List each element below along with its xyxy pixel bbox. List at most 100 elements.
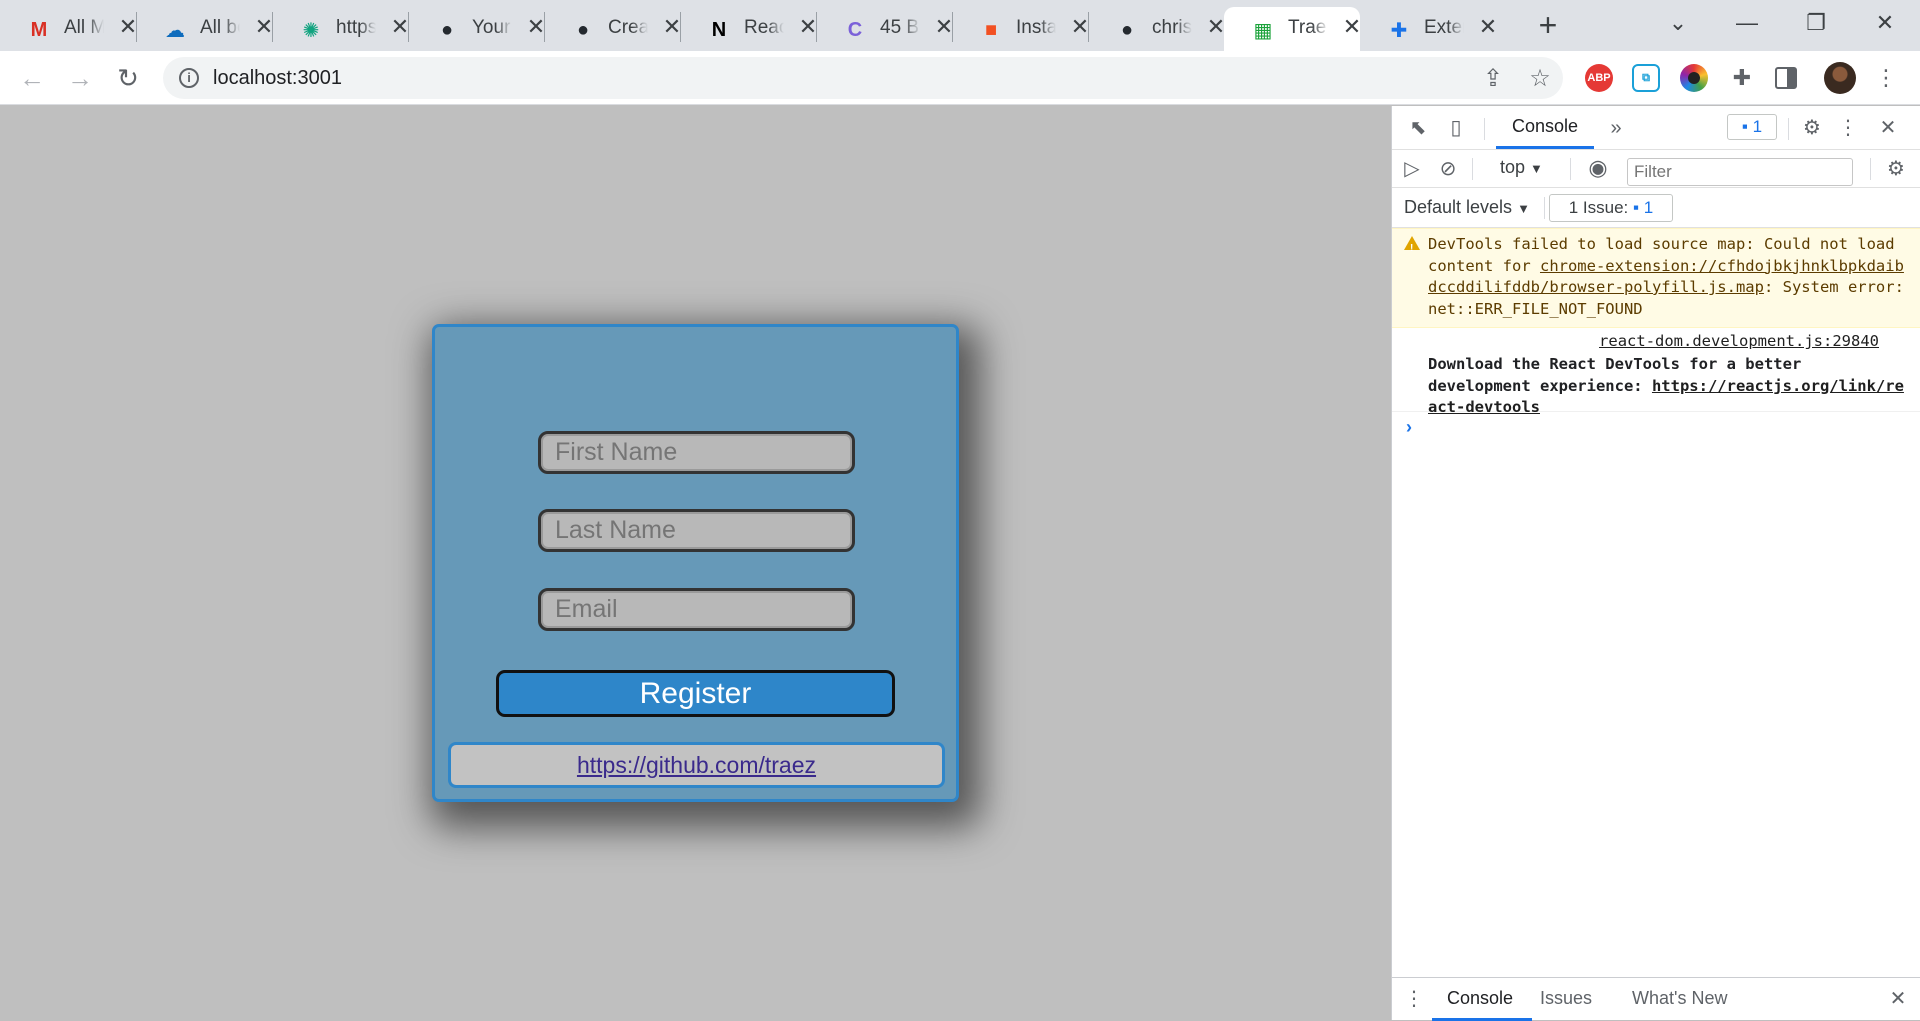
tab-separator (1088, 12, 1089, 42)
url-text[interactable]: localhost:3001 (213, 67, 342, 90)
issues-badge[interactable]: ▪ 1 (1727, 114, 1777, 140)
divider (1484, 118, 1485, 140)
tab-title: 45 Be (880, 17, 920, 38)
close-devtools-icon[interactable]: ✕ (1876, 116, 1900, 140)
tab-strip: MAll Mail✕☁All books✕✺https✕●Your✕●Creat… (0, 0, 1920, 51)
browser-tab[interactable]: ✺ https ✕ (272, 7, 410, 51)
clipboard-extension-icon[interactable]: ⧉ (1632, 64, 1660, 92)
tab-title: Trae (1288, 17, 1327, 38)
warning-icon (1404, 236, 1420, 260)
c-icon: C (847, 18, 863, 41)
extensions-puzzle-icon[interactable]: ✚ (1728, 64, 1756, 92)
levels-bar: Default levels ▼ 1 Issue: ▪ 1 (1392, 188, 1920, 228)
tab-console[interactable]: Console (1512, 116, 1578, 137)
qr-icon: ▦ (1253, 19, 1273, 42)
browser-tab[interactable]: ●Create✕ (544, 7, 681, 51)
close-tab-icon[interactable]: ✕ (1476, 15, 1500, 39)
side-panel-icon[interactable] (1775, 67, 1797, 89)
browser-tab[interactable]: MAll Mail✕ (0, 7, 138, 51)
notion-icon: N (711, 18, 727, 41)
console-settings-gear-icon[interactable]: ⚙ (1884, 157, 1908, 181)
maximize-icon[interactable]: ❐ (1796, 8, 1836, 38)
github-icon: ● (440, 18, 454, 41)
context-value: top (1500, 157, 1526, 177)
console-filter-input[interactable] (1627, 158, 1853, 186)
browser-tab[interactable]: ☁All books✕ (136, 7, 273, 51)
bookmark-star-icon[interactable]: ☆ (1527, 66, 1553, 92)
tab-title: Exten (1424, 17, 1464, 38)
browser-tab[interactable]: ✚ Exten ✕ (1360, 7, 1498, 51)
microsoft-icon: ■ (984, 18, 998, 41)
sidebar-toggle-icon[interactable]: ▷ (1400, 157, 1424, 181)
issues-badge-count: 1 (1752, 117, 1763, 136)
first-name-input[interactable] (538, 431, 855, 474)
color-picker-extension-icon[interactable] (1680, 64, 1708, 92)
back-button[interactable]: ← (16, 62, 48, 94)
openai-icon: ✺ (302, 19, 320, 42)
tab-title: All books (200, 17, 240, 38)
share-icon[interactable]: ⇪ (1480, 66, 1506, 92)
divider (1570, 158, 1571, 180)
issues-label: 1 Issue: (1568, 198, 1629, 217)
devtools-drawer: ⋮ Console Issues What's New ✕ (1392, 977, 1920, 1021)
tab-search-icon[interactable]: ⌄ (1658, 8, 1698, 38)
live-expression-eye-icon[interactable]: ◉ (1584, 156, 1612, 180)
devtools-panel: ⬉ ▯ Console » ▪ 1 ⚙ ⋮ ✕ ▷ ⊘ top ▼ ◉ ⚙ De… (1391, 106, 1920, 1021)
warning-text: DevTools failed to load source map: Coul… (1428, 234, 1909, 320)
drawer-menu-icon[interactable]: ⋮ (1404, 987, 1424, 1011)
page-viewport: Register https://github.com/traez (0, 106, 1391, 1020)
site-info-icon[interactable]: i (179, 68, 199, 88)
active-tab-indicator (1496, 146, 1594, 149)
new-tab-button[interactable]: + (1532, 9, 1564, 42)
browser-tab[interactable]: NReact✕ (680, 7, 817, 51)
tab-separator (272, 12, 273, 42)
drawer-tab-console[interactable]: Console (1447, 988, 1513, 1009)
browser-tab[interactable]: C45 Be✕ (816, 7, 953, 51)
reload-button[interactable]: ↻ (112, 62, 144, 94)
close-window-icon[interactable]: ✕ (1865, 8, 1905, 38)
browser-tab[interactable]: ■Install✕ (952, 7, 1089, 51)
email-input[interactable] (538, 588, 855, 631)
dropdown-arrow-icon: ▼ (1517, 201, 1530, 216)
inspect-element-icon[interactable]: ⬉ (1406, 116, 1430, 140)
browser-tab[interactable]: ● Your ✕ (408, 7, 545, 51)
close-drawer-icon[interactable]: ✕ (1886, 987, 1910, 1011)
minimize-icon[interactable]: — (1727, 8, 1767, 38)
tab-title: React (744, 17, 784, 38)
default-levels-dropdown[interactable]: Default levels ▼ (1404, 197, 1530, 218)
tab-separator (544, 12, 545, 42)
divider (1788, 118, 1789, 140)
more-tabs-icon[interactable]: » (1606, 116, 1626, 140)
forward-button[interactable]: → (64, 62, 96, 94)
tab-title: Install (1016, 17, 1056, 38)
settings-gear-icon[interactable]: ⚙ (1800, 116, 1824, 140)
tab-separator (136, 12, 137, 42)
devtools-menu-icon[interactable]: ⋮ (1836, 116, 1860, 140)
browser-menu-icon[interactable]: ⋮ (1870, 62, 1902, 94)
address-bar[interactable]: i localhost:3001 ⇪ ☆ (163, 57, 1563, 99)
clear-console-icon[interactable]: ⊘ (1436, 157, 1460, 181)
message-icon: ▪ (1741, 117, 1748, 136)
tab-title: chris (1152, 17, 1192, 38)
divider (1472, 158, 1473, 180)
issues-button[interactable]: 1 Issue: ▪ 1 (1549, 194, 1673, 222)
console-prompt-icon[interactable]: › (1406, 417, 1412, 438)
profile-avatar[interactable] (1824, 62, 1856, 94)
dropdown-arrow-icon: ▼ (1530, 161, 1543, 176)
register-button[interactable]: Register (496, 670, 895, 717)
gmail-icon: M (30, 18, 48, 41)
console-toolbar: ▷ ⊘ top ▼ ◉ ⚙ (1392, 150, 1920, 188)
last-name-input[interactable] (538, 509, 855, 552)
browser-tab[interactable]: ▦ Trae ✕ (1224, 7, 1361, 51)
browser-tab[interactable]: ● chris ✕ (1088, 7, 1225, 51)
message-icon: ▪ (1633, 198, 1640, 217)
adblock-extension-icon[interactable]: ABP (1585, 64, 1613, 92)
registration-card: Register https://github.com/traez (432, 324, 959, 802)
tab-separator (816, 12, 817, 42)
drawer-tab-issues[interactable]: Issues (1540, 988, 1592, 1009)
device-toolbar-icon[interactable]: ▯ (1444, 116, 1468, 140)
github-link[interactable]: https://github.com/traez (577, 752, 816, 778)
source-location-link[interactable]: react-dom.development.js:29840 (1599, 331, 1879, 353)
context-selector[interactable]: top ▼ (1500, 157, 1543, 178)
drawer-tab-whats-new[interactable]: What's New (1632, 988, 1727, 1009)
